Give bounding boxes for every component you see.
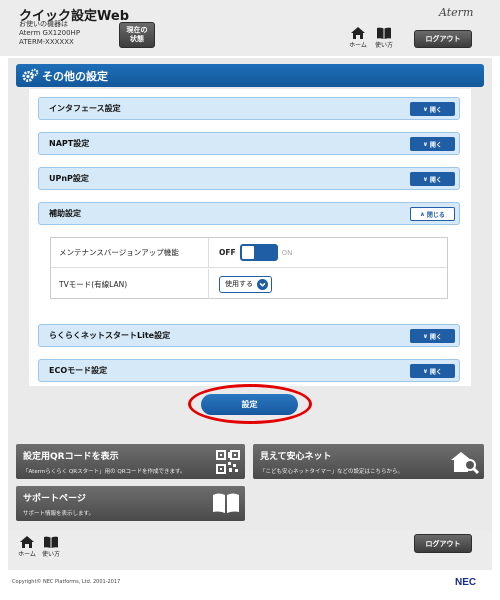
tv-mode-select[interactable]: 使用する: [219, 275, 272, 293]
auxiliary-settings-table: メンテナンスバージョンアップ機能 OFF ON TVモード(有線LAN) 使用す…: [50, 237, 448, 299]
book-icon: [44, 536, 58, 548]
row-label: らくらくネットスタートLite設定: [49, 331, 171, 340]
logout-button-top[interactable]: ログアウト: [414, 30, 472, 48]
tv-mode-row: TVモード(有線LAN) 使用する: [51, 269, 447, 299]
nec-logo: NEC: [455, 577, 477, 588]
open-label: 開く: [429, 333, 442, 341]
open-label: 開く: [429, 141, 442, 149]
device-caption: お使いの機器は: [19, 20, 68, 28]
status-label-line2: 状態: [130, 35, 144, 43]
chevron-down-icon: ∨: [423, 105, 428, 113]
device-model: Aterm GX1200HP: [19, 29, 81, 37]
open-button[interactable]: ∨ 開く: [410, 172, 455, 186]
chevron-up-icon: ∧: [420, 210, 425, 218]
row-label: 補助設定: [49, 209, 81, 218]
home-nav-bottom[interactable]: ホーム: [16, 535, 38, 558]
close-label: 閉じる: [426, 211, 445, 219]
copyright-text: Copyright© NEC Platforms, Ltd. 2001-2017: [12, 579, 121, 585]
logout-button-bottom[interactable]: ログアウト: [414, 534, 472, 553]
row-interface-settings[interactable]: インタフェース設定 ∨ 開く: [38, 97, 460, 120]
tv-mode-value: 使用する: [225, 280, 253, 288]
home-icon: [351, 27, 365, 39]
open-button[interactable]: ∨ 開く: [410, 364, 455, 378]
home-label: ホーム: [349, 42, 367, 49]
row-upnp-settings[interactable]: UPnP設定 ∨ 開く: [38, 167, 460, 190]
howto-nav-bottom[interactable]: 使い方: [40, 535, 62, 558]
open-button[interactable]: ∨ 開く: [410, 137, 455, 151]
tile-description: 「Atermらくらく QRスタート」用の QRコードを作成できます。: [23, 469, 186, 475]
row-label: ECOモード設定: [49, 366, 108, 375]
row-eco-mode-settings[interactable]: ECOモード設定 ∨ 開く: [38, 359, 460, 382]
row-label: NAPT設定: [49, 139, 90, 148]
row-label: UPnP設定: [49, 174, 89, 183]
open-label: 開く: [429, 106, 442, 114]
device-name: ATERM-XXXXXX: [19, 38, 74, 46]
current-status-button[interactable]: 現在の 状態: [119, 22, 155, 48]
chevron-down-circle-icon: [257, 278, 268, 290]
chevron-down-icon: ∨: [423, 367, 428, 375]
toggle-on-label: ON: [281, 248, 293, 257]
book-icon: [213, 493, 239, 513]
open-button[interactable]: ∨ 開く: [410, 102, 455, 116]
chevron-down-icon: ∨: [423, 140, 428, 148]
home-icon: [20, 536, 34, 548]
section-header: その他の設定: [16, 64, 484, 87]
howto-nav-top[interactable]: 使い方: [373, 26, 395, 49]
chevron-down-icon: ∨: [423, 175, 428, 183]
howto-label: 使い方: [374, 42, 393, 49]
qr-code-icon: [216, 450, 240, 474]
row-label: インタフェース設定: [49, 104, 121, 113]
open-label: 開く: [429, 368, 442, 376]
maintenance-update-label: メンテナンスバージョンアップ機能: [51, 238, 209, 267]
row-napt-settings[interactable]: NAPT設定 ∨ 開く: [38, 132, 460, 155]
submit-settings-button[interactable]: 設定: [201, 394, 298, 415]
toggle-off-label: OFF: [219, 248, 236, 257]
maintenance-update-row: メンテナンスバージョンアップ機能 OFF ON: [51, 238, 447, 268]
support-page-tile[interactable]: サポートページ サポート情報を表示します。: [16, 486, 245, 521]
home-search-icon: [451, 452, 479, 474]
row-rakuraku-netstart-lite[interactable]: らくらくネットスタートLite設定 ∨ 開く: [38, 324, 460, 347]
toggle-knob: [240, 245, 255, 260]
section-title: その他の設定: [42, 69, 108, 83]
home-label: ホーム: [18, 551, 36, 558]
tile-title: 設定用QRコードを表示: [23, 452, 119, 462]
gear-icon: [22, 68, 39, 82]
row-auxiliary-settings[interactable]: 補助設定 ∧ 閉じる: [38, 202, 460, 225]
close-button[interactable]: ∧ 閉じる: [410, 207, 455, 221]
mieru-anshin-net-tile[interactable]: 見えて安心ネット 「こども安心ネットタイマー」などの設定はこちらから。: [253, 444, 484, 479]
qr-code-tile[interactable]: 設定用QRコードを表示 「Atermらくらく QRスタート」用の QRコードを作…: [16, 444, 245, 479]
open-button[interactable]: ∨ 開く: [410, 329, 455, 343]
book-icon: [377, 27, 391, 39]
aterm-logo: Aterm: [439, 6, 474, 19]
status-label-line1: 現在の: [126, 26, 148, 34]
open-label: 開く: [429, 176, 442, 184]
maintenance-update-toggle[interactable]: [239, 244, 278, 261]
chevron-down-icon: ∨: [423, 332, 428, 340]
tv-mode-label: TVモード(有線LAN): [51, 269, 209, 299]
home-nav-top[interactable]: ホーム: [347, 26, 369, 49]
howto-label: 使い方: [41, 551, 60, 558]
